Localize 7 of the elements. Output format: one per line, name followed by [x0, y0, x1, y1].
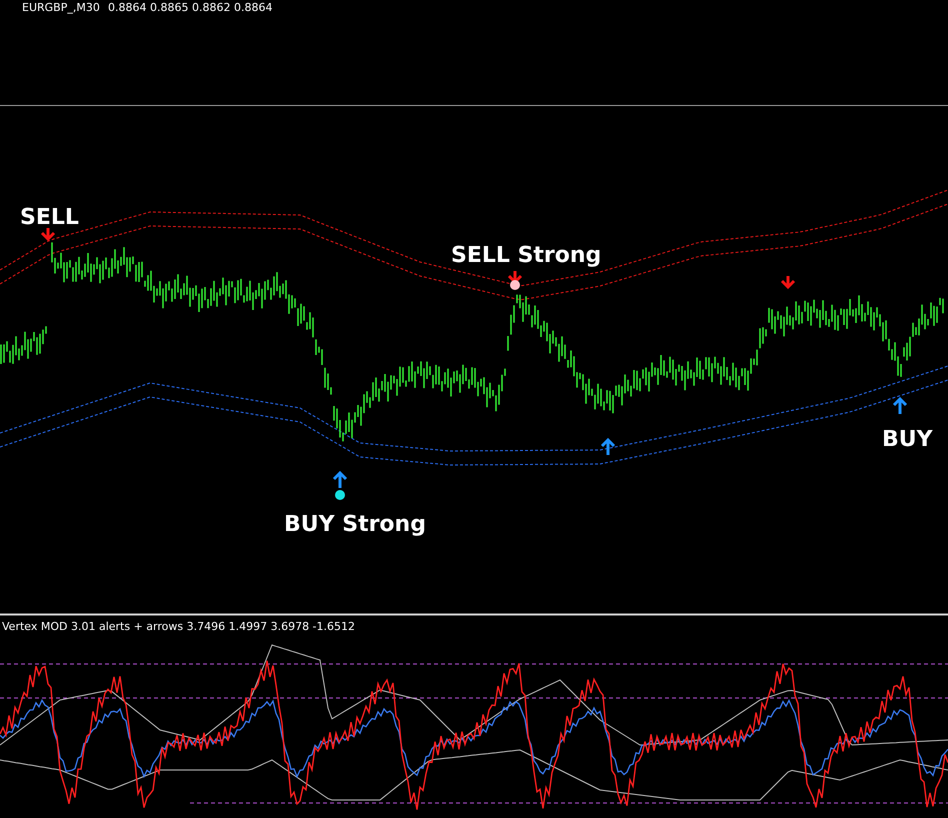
signal-label: BUY — [882, 427, 933, 452]
signal-label: SELL — [20, 205, 79, 230]
signal-label: BUY Strong — [284, 512, 426, 537]
signal-label: SELL Strong — [451, 243, 602, 268]
indicator-title: Vertex MOD 3.01 alerts + arrows 3.7496 1.4997 3.6978 -1.6512 — [2, 620, 356, 633]
price-quotes: 0.8864 0.8865 0.8862 0.8864 — [108, 1, 272, 14]
symbol-label: EURGBP_,M30 — [22, 1, 100, 14]
